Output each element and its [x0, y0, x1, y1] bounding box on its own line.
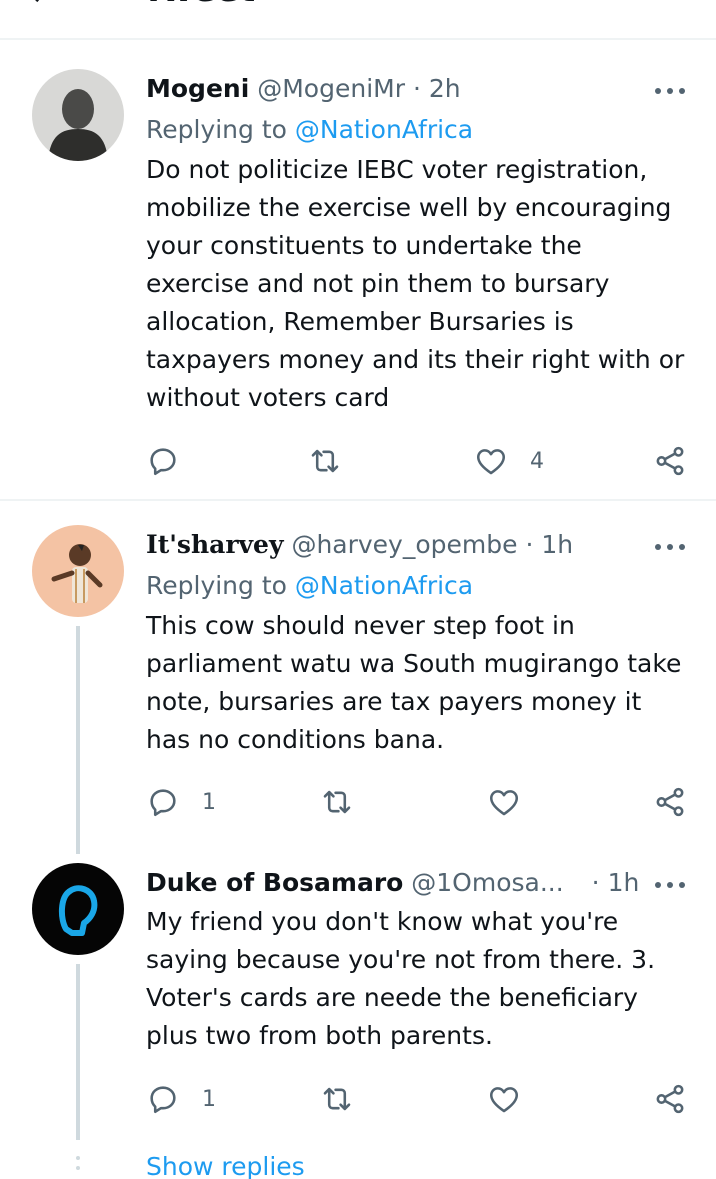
share-button[interactable]	[653, 1079, 687, 1119]
thread-line	[76, 626, 80, 854]
thread-continuation-dots	[76, 1156, 80, 1176]
retweet-button[interactable]	[308, 441, 364, 481]
more-options-icon[interactable]	[655, 525, 687, 565]
display-name[interactable]: Mogeni	[146, 74, 249, 103]
avatar-harvey[interactable]	[32, 525, 124, 617]
more-options-icon[interactable]	[655, 863, 687, 903]
thread-line	[76, 964, 80, 1140]
retweet-button[interactable]	[320, 782, 376, 822]
tweet-text: Do not politicize IEBC voter registratio…	[146, 155, 685, 412]
separator: ·	[412, 74, 421, 103]
tweet-header: Mogeni @MogeniMr · 2h	[146, 69, 691, 109]
like-button[interactable]: 4	[474, 441, 544, 481]
tweet-content: Mogeni @MogeniMr · 2h Replying to @Natio…	[146, 69, 691, 417]
share-icon	[656, 787, 684, 817]
tweet-text: My friend you don't know what you're say…	[146, 907, 656, 1050]
reply-count: 1	[202, 789, 216, 815]
tweet-header: It'sharvey @harvey_opembe · 1h	[146, 525, 691, 565]
reply-icon	[150, 1086, 176, 1114]
separator: ·	[591, 868, 600, 897]
retweet-icon	[323, 790, 351, 814]
share-icon	[656, 446, 684, 476]
mention-link[interactable]: @NationAfrica	[295, 115, 473, 144]
replying-to: Replying to @NationAfrica	[146, 109, 691, 151]
reply-button[interactable]: 1	[146, 1079, 216, 1119]
reply-button[interactable]: 1	[146, 782, 216, 822]
display-name[interactable]: It'sharvey	[146, 530, 283, 559]
like-count: 4	[530, 448, 544, 474]
timestamp[interactable]: 2h	[429, 74, 461, 103]
divider	[0, 499, 716, 501]
retweet-icon	[323, 1087, 351, 1111]
replying-prefix: Replying to	[146, 115, 287, 144]
replying-prefix: Replying to	[146, 571, 287, 600]
display-name[interactable]: Duke of Bosamaro	[146, 868, 403, 897]
retweet-icon	[311, 449, 339, 473]
avatar-duke[interactable]	[32, 863, 124, 955]
back-arrow-icon[interactable]: ←	[30, 0, 55, 13]
avatar-mogeni[interactable]	[32, 69, 124, 161]
tweet-actions: 1	[146, 1079, 691, 1119]
heart-icon	[489, 1087, 519, 1113]
like-button[interactable]	[487, 782, 543, 822]
tweet-header: Duke of Bosamaro @1Omosa... · 1h	[146, 863, 691, 903]
tweet-actions: 4	[146, 441, 691, 481]
user-handle[interactable]: @MogeniMr	[257, 74, 405, 103]
mention-link[interactable]: @NationAfrica	[295, 571, 473, 600]
timestamp[interactable]: 1h	[541, 530, 573, 559]
share-icon	[656, 1084, 684, 1114]
share-button[interactable]	[653, 441, 687, 481]
user-handle[interactable]: @harvey_opembe	[291, 530, 517, 559]
user-handle[interactable]: @1Omosa...	[411, 868, 563, 897]
more-options-icon[interactable]	[655, 69, 687, 109]
timestamp[interactable]: 1h	[608, 868, 640, 897]
like-button[interactable]	[487, 1079, 543, 1119]
tweet-actions: 1	[146, 782, 691, 822]
tweet-content: It'sharvey @harvey_opembe · 1h Replying …	[146, 525, 691, 759]
tweet-text: This cow should never step foot in parli…	[146, 611, 682, 754]
share-button[interactable]	[653, 782, 687, 822]
heart-icon	[489, 790, 519, 816]
replying-to: Replying to @NationAfrica	[146, 565, 691, 607]
show-replies-link[interactable]: Show replies	[146, 1152, 305, 1179]
heart-icon	[476, 449, 506, 475]
reply-icon	[150, 448, 176, 476]
reply-icon	[150, 789, 176, 817]
reply-button[interactable]	[146, 441, 202, 481]
reply-count: 1	[202, 1086, 216, 1112]
retweet-button[interactable]	[320, 1079, 376, 1119]
tweet-content: Duke of Bosamaro @1Omosa... · 1h My frie…	[146, 863, 691, 1055]
top-bar: ← Tweet	[0, 0, 716, 40]
separator: ·	[525, 530, 534, 559]
page-title: Tweet	[142, 0, 255, 10]
